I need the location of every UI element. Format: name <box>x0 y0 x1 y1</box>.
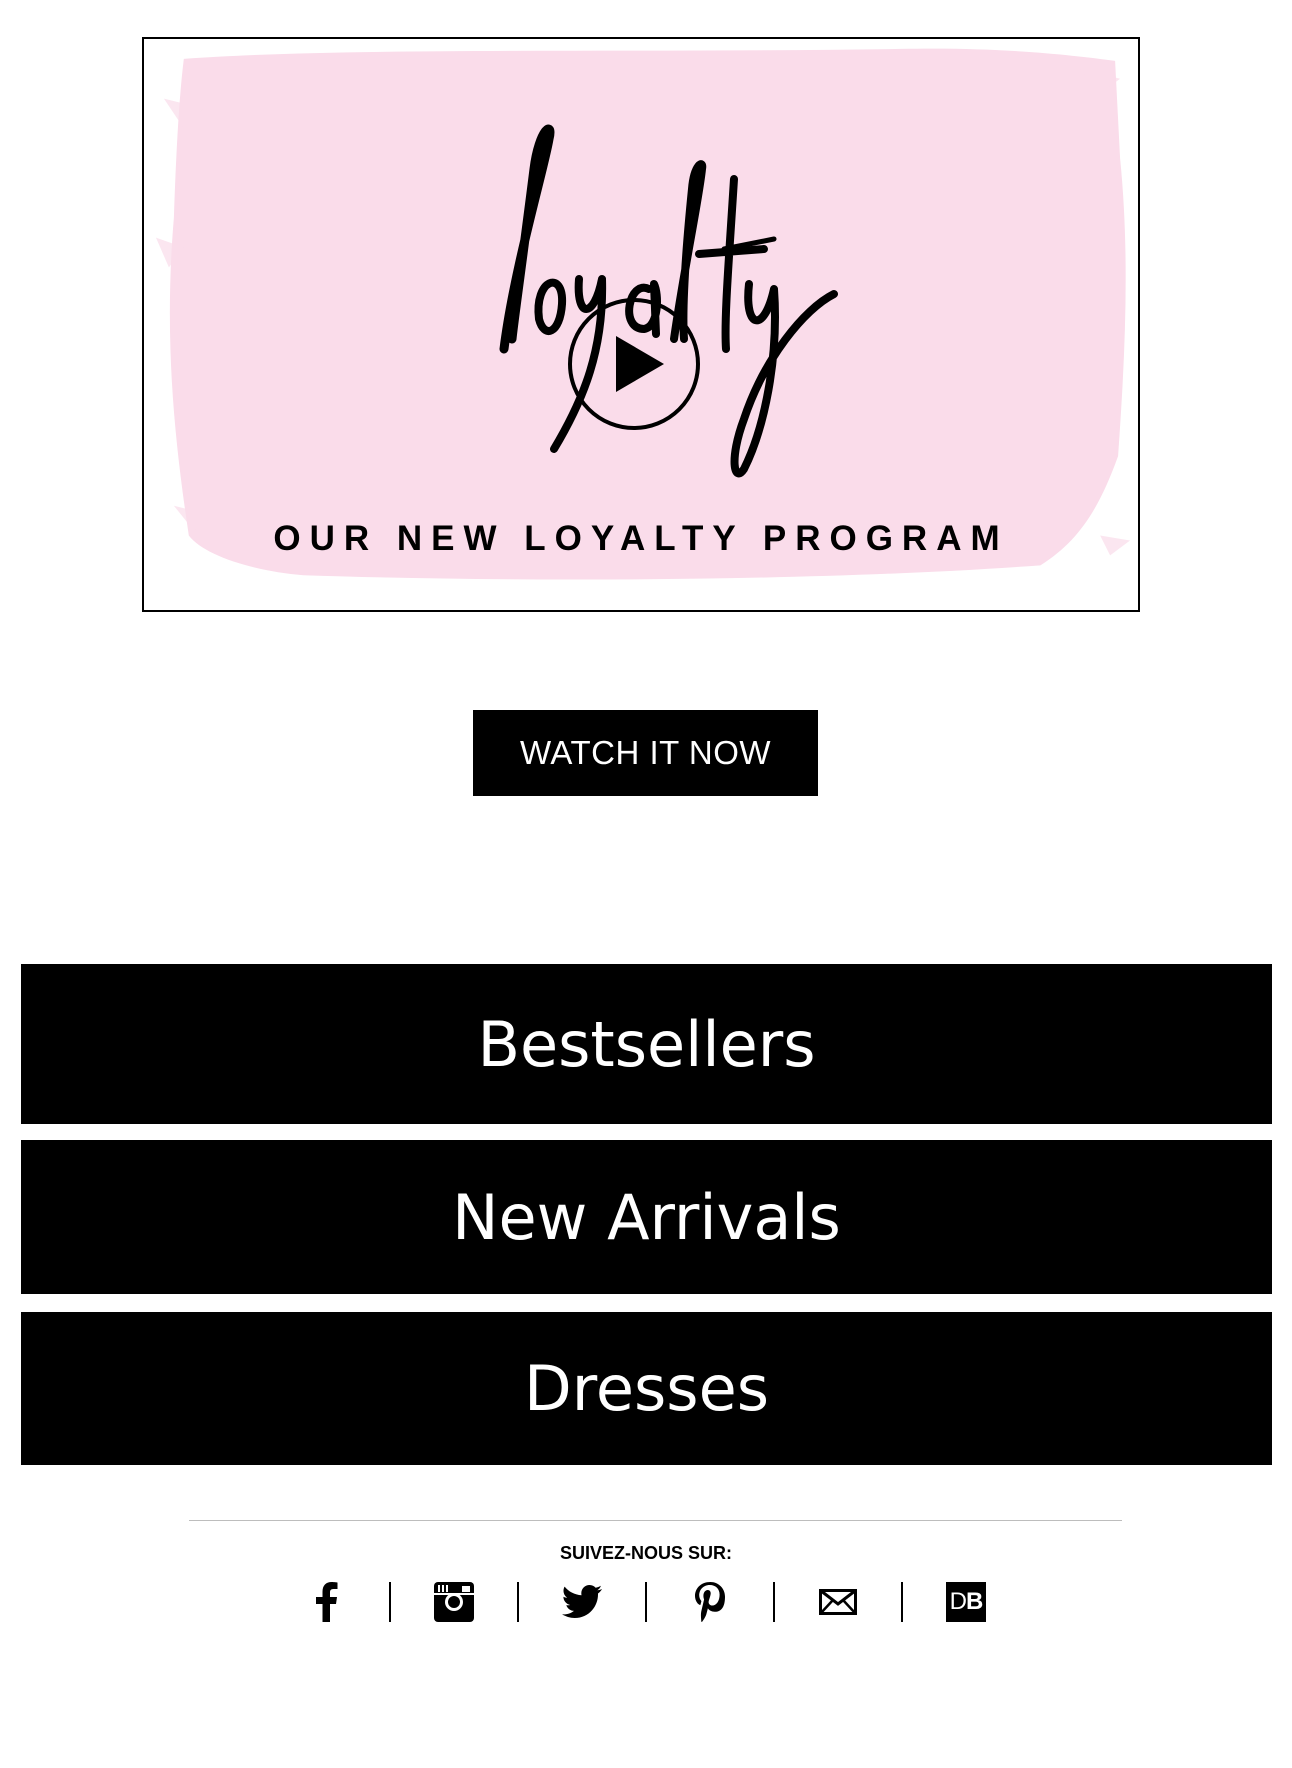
db-icon-letter-d: D <box>949 1588 967 1615</box>
loyalty-hero-banner[interactable]: OUR NEW LOYALTY PROGRAM <box>142 37 1140 612</box>
instagram-link[interactable] <box>432 1580 476 1624</box>
facebook-icon <box>316 1582 338 1622</box>
social-separator <box>645 1582 647 1622</box>
pinterest-link[interactable] <box>688 1580 732 1624</box>
category-new-arrivals-button[interactable]: New Arrivals <box>21 1140 1272 1294</box>
db-icon-letter-b: B <box>966 1588 983 1615</box>
social-links: DB <box>0 1580 1292 1624</box>
play-icon[interactable] <box>564 294 704 434</box>
social-separator <box>517 1582 519 1622</box>
footer-divider <box>189 1520 1122 1521</box>
email-link[interactable] <box>816 1580 860 1624</box>
db-icon: DB <box>946 1582 986 1622</box>
email-icon <box>819 1589 857 1615</box>
instagram-icon <box>434 1582 474 1622</box>
watch-it-now-button[interactable]: WATCH IT NOW <box>473 710 818 796</box>
social-separator <box>773 1582 775 1622</box>
twitter-icon <box>562 1585 602 1618</box>
pinterest-icon <box>695 1582 725 1622</box>
category-bestsellers-button[interactable]: Bestsellers <box>21 964 1272 1124</box>
facebook-link[interactable] <box>304 1580 348 1624</box>
category-dresses-button[interactable]: Dresses <box>21 1312 1272 1465</box>
follow-us-label: SUIVEZ-NOUS SUR: <box>559 1543 732 1563</box>
db-link[interactable]: DB <box>944 1580 988 1624</box>
hero-title: OUR NEW LOYALTY PROGRAM <box>273 519 1009 558</box>
social-separator <box>901 1582 903 1622</box>
social-separator <box>389 1582 391 1622</box>
twitter-link[interactable] <box>560 1580 604 1624</box>
